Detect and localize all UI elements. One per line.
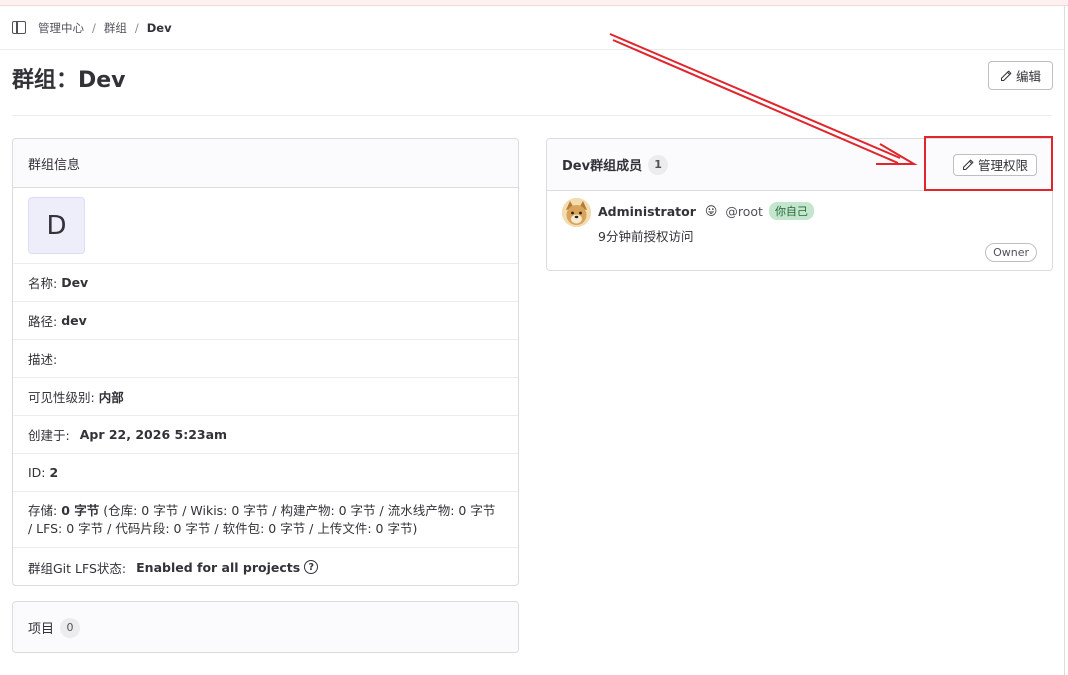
group-path-row: 路径: dev [13, 302, 518, 340]
description-label: 描述: [28, 352, 58, 367]
projects-heading: 项目 [28, 622, 55, 637]
created-label: 创建于: [28, 428, 70, 443]
edit-button[interactable]: 编辑 [988, 61, 1053, 90]
created-value: Apr 22, 2026 5:23am [79, 427, 228, 442]
group-visibility-row: 可见性级别: 内部 [13, 378, 518, 416]
storage-detail: (仓库: 0 字节 / Wikis: 0 字节 / 构建产物: 0 字节 / 流… [28, 502, 496, 536]
lfs-label: 群组Git LFS状态: [28, 560, 127, 576]
path-value: dev [61, 313, 87, 328]
group-info-panel: 群组信息 D 名称: Dev 路径: dev 描述: 可见性级别: 内部 创建于… [12, 138, 519, 586]
self-badge: 你自己 [768, 202, 814, 220]
user-avatar[interactable] [562, 198, 591, 227]
breadcrumb-groups-link[interactable]: 群组 [104, 20, 127, 36]
members-heading: Dev群组成员 [562, 159, 643, 174]
breadcrumb-separator: / [92, 20, 96, 35]
breadcrumb-admin-link[interactable]: 管理中心 [38, 20, 84, 36]
dog-avatar-icon [562, 198, 591, 227]
title-divider [12, 115, 1052, 116]
path-label: 路径: [28, 314, 58, 329]
edit-button-label: 编辑 [1015, 69, 1041, 84]
storage-value: 0 字节 [61, 502, 100, 518]
name-value: Dev [61, 275, 89, 290]
member-username: @root [725, 203, 763, 219]
visibility-value: 内部 [98, 390, 124, 405]
group-info-header: 群组信息 [13, 139, 518, 188]
id-label: ID: [28, 465, 46, 480]
breadcrumb-current[interactable]: Dev [147, 21, 172, 35]
member-access-time: 9分钟前授权访问 [598, 229, 694, 244]
group-id-row: ID: 2 [13, 454, 518, 492]
member-row: Administrator 😛 @root 你自己 9分钟前授权访问 Owner [547, 191, 1052, 270]
scrollbar-track[interactable] [1064, 6, 1068, 675]
breadcrumb-separator: / [134, 20, 139, 35]
highlight-annotation-box [924, 136, 1053, 191]
breadcrumb: 管理中心 / 群组 / Dev [0, 6, 1064, 50]
member-name-line: Administrator 😛 @root 你自己 [598, 202, 814, 220]
group-lfs-row: 群组Git LFS状态: Enabled for all projects ? [13, 548, 518, 585]
status-emoji-icon: 😛 [704, 204, 718, 218]
member-name[interactable]: Administrator [598, 204, 696, 219]
projects-count-badge: 0 [60, 617, 81, 638]
group-name-row: 名称: Dev [13, 264, 518, 302]
group-description-row: 描述: [13, 340, 518, 378]
members-count-badge: 1 [648, 154, 669, 175]
sidebar-toggle-icon[interactable] [12, 21, 26, 34]
lfs-value: Enabled for all projects [136, 559, 301, 575]
group-created-row: 创建于: Apr 22, 2026 5:23am [13, 416, 518, 454]
pencil-icon [1000, 70, 1012, 81]
group-storage-row: 存储: 0 字节 (仓库: 0 字节 / Wikis: 0 字节 / 构建产物:… [13, 492, 518, 548]
members-title: Dev群组成员 1 [562, 154, 669, 175]
page-title: 群组：Dev [12, 68, 126, 93]
role-badge: Owner [985, 243, 1037, 262]
storage-text: 存储: 0 字节 (仓库: 0 字节 / Wikis: 0 字节 / 构建产物:… [28, 502, 503, 538]
visibility-label: 可见性级别: [28, 390, 95, 405]
group-avatar: D [28, 197, 85, 254]
id-value: 2 [49, 465, 59, 480]
storage-label: 存储: [28, 502, 58, 518]
projects-panel: 项目 0 [12, 601, 519, 653]
question-circle-icon[interactable]: ? [304, 560, 319, 574]
projects-header: 项目 0 [13, 602, 518, 652]
group-avatar-row: D [13, 188, 518, 264]
name-label: 名称: [28, 276, 58, 291]
